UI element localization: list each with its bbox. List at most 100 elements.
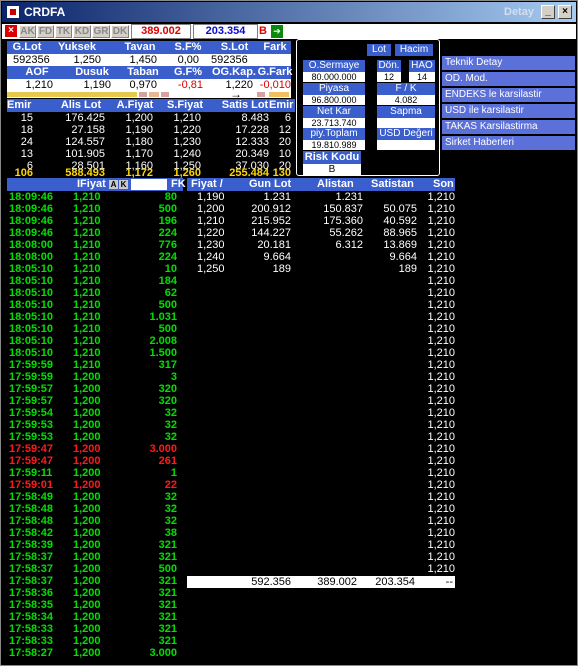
hacim-button[interactable]: Hacim <box>395 44 433 56</box>
link-od-mod[interactable]: OD. Mod. <box>442 72 575 86</box>
toolbar-button-tk[interactable]: TK <box>55 25 72 38</box>
son-value: 1,210 <box>427 455 455 467</box>
col-og-kap: OG.Kap. <box>211 66 256 78</box>
window-subtitle: Detay <box>504 6 534 18</box>
summary-header-1: G.Lot Yuksek Tavan S.F% S.Lot Fark <box>7 41 291 54</box>
trade-row: 17:58:42 1,200 38 <box>9 527 177 539</box>
col-fk: FK <box>171 178 186 190</box>
trade-row: 18:05:10 1,210 1.031 <box>9 311 177 323</box>
filter-k-button[interactable]: K <box>119 180 128 189</box>
arrow-right-icon[interactable]: ➔ <box>271 25 283 38</box>
emir-row: 15 176.425 1,200 1,210 8.483 6 <box>20 112 291 124</box>
don-value: 12 <box>377 72 401 82</box>
col-son[interactable]: Son <box>433 178 454 191</box>
trade-row: 18:05:10 1,210 184 <box>9 275 177 287</box>
son-value: 1,210 <box>427 407 455 419</box>
son-value: 1,210 <box>427 503 455 515</box>
son-value: 1,210 <box>427 347 455 359</box>
son-value: 1,210 <box>427 335 455 347</box>
col-alis-lot: Alis Lot <box>60 99 102 111</box>
piyasa-value: 96.800.000 <box>303 95 365 105</box>
col-satistan[interactable]: Satistan <box>371 178 414 191</box>
col-emir-buy: Emir <box>7 99 32 111</box>
trade-row: 18:09:46 1,210 80 <box>9 191 177 203</box>
depth-color-bar <box>7 91 291 98</box>
depth-header: Fiyat / Gun Lot Alistan Satistan Son <box>187 178 455 191</box>
depth-row: 1,190 1.231 1.231 <box>197 191 363 203</box>
son-value: 1,210 <box>427 311 455 323</box>
don-label: Dön. <box>377 60 401 72</box>
emir-row: 18 27.158 1,190 1,220 17.228 12 <box>20 124 291 136</box>
toolbar-button-kd[interactable]: KD <box>73 25 91 38</box>
trade-row: 18:09:46 1,210 224 <box>9 227 177 239</box>
minimize-icon[interactable]: _ <box>541 5 555 19</box>
trade-row: 17:58:48 1,200 32 <box>9 503 177 515</box>
link-sirket-haberleri[interactable]: Sirket Haberleri <box>442 136 575 150</box>
link-takas[interactable]: TAKAS Karsilastirma <box>442 120 575 134</box>
depth-row: 1,200 200.912 150.837 50.075 <box>197 203 417 215</box>
col-g-lot: G.Lot <box>12 41 42 53</box>
net-kar-label: Net Kar <box>303 106 365 118</box>
toolbar-button-fd[interactable]: FD <box>37 25 54 38</box>
o-sermaye-value: 80.000.000 <box>303 72 365 82</box>
app-icon <box>6 5 20 19</box>
total-satistan: 203.354 <box>375 576 415 588</box>
piyasa-label: Piyasa Değeri <box>303 83 365 106</box>
toolbar-button-ak[interactable]: AK <box>19 25 36 38</box>
depth-row: 1,210 215.952 175.360 40.592 <box>197 215 417 227</box>
link-teknik-detay[interactable]: Teknik Detay <box>442 56 575 70</box>
title-bar[interactable]: CRDFA Detay _ × <box>2 2 576 22</box>
son-value: 1,210 <box>427 431 455 443</box>
toolbar-button-gr[interactable]: GR <box>92 25 110 38</box>
col-fiyat[interactable]: Fiyat / <box>191 178 223 191</box>
son-value: 1,210 <box>427 551 455 563</box>
col-gf-pct: G.F% <box>173 66 203 78</box>
trade-row: 18:09:46 1,210 196 <box>9 215 177 227</box>
son-value: 1,210 <box>427 323 455 335</box>
trade-row: 17:59:47 1,200 261 <box>9 455 177 467</box>
col-sf-pct: S.F% <box>174 41 202 53</box>
col-s-lot: S.Lot <box>220 41 249 53</box>
trade-row: 18:05:10 1,210 10 <box>9 263 177 275</box>
trade-row: 17:58:34 1,200 321 <box>9 611 177 623</box>
son-value: 1,210 <box>427 215 455 227</box>
link-endeks[interactable]: ENDEKS le karsilastir <box>442 88 575 102</box>
trade-row: 17:58:37 1,200 500 <box>9 563 177 575</box>
col-a-fiyat: A.Fiyat <box>116 99 154 111</box>
son-value: 1,210 <box>427 263 455 275</box>
trade-row: 17:59:47 1,200 3.000 <box>9 443 177 455</box>
summary-header-2: AOF Dusuk Taban G.F% OG.Kap. G.Fark <box>7 66 293 79</box>
son-value: 1,210 <box>427 515 455 527</box>
trade-row: 17:58:37 1,200 321 <box>9 575 177 587</box>
trade-row: 18:05:10 1,210 62 <box>9 287 177 299</box>
trade-row: 18:08:00 1,210 224 <box>9 251 177 263</box>
son-value: 1,210 <box>427 203 455 215</box>
depth-row: 1,230 20.181 6.312 13.869 <box>197 239 417 251</box>
son-value: 1,210 <box>427 563 455 575</box>
filter-input[interactable] <box>131 179 167 190</box>
depth-row: 1,240 9.664 9.664 <box>197 251 417 263</box>
trade-row: 17:59:01 1,200 22 <box>9 479 177 491</box>
risk-kodu-value: B <box>303 164 361 175</box>
hao-label: HAO <box>409 60 435 72</box>
trade-row: 17:58:35 1,200 321 <box>9 599 177 611</box>
piy-toplam-lot-value: 19.810.989 <box>303 140 365 150</box>
lot-button[interactable]: Lot <box>367 44 391 56</box>
col-alistan[interactable]: Alistan <box>317 178 354 191</box>
son-value: 1,210 <box>427 395 455 407</box>
son-value: 1,210 <box>427 419 455 431</box>
col-gun-lot[interactable]: Gun Lot <box>249 178 291 191</box>
trade-row: 17:58:33 1,200 321 <box>9 635 177 647</box>
link-usd[interactable]: USD ile karsilastir <box>442 104 575 118</box>
fk-value: 4.082 <box>377 95 435 105</box>
close-icon[interactable]: × <box>558 5 572 19</box>
col-g-fark: G.Fark <box>257 66 293 78</box>
trade-row: 18:09:46 1,210 500 <box>9 203 177 215</box>
son-value: 1,210 <box>427 275 455 287</box>
trade-row: 18:05:10 1,210 500 <box>9 323 177 335</box>
close-x-icon[interactable]: × <box>5 25 17 37</box>
toolbar-button-dk[interactable]: DK <box>111 25 129 38</box>
trade-row: 17:58:27 1,200 3.000 <box>9 647 177 659</box>
filter-a-button[interactable]: A <box>109 180 118 189</box>
son-value: 1,210 <box>427 359 455 371</box>
